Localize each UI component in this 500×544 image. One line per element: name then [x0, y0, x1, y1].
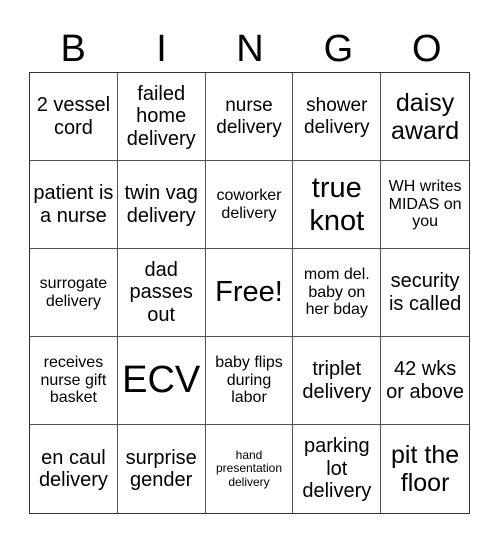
bingo-cell[interactable]: twin vag delivery [117, 161, 206, 249]
bingo-cell[interactable]: receives nurse gift basket [30, 337, 118, 425]
header-letter-b: B [60, 28, 86, 70]
bingo-cell[interactable]: true knot [293, 161, 382, 249]
bingo-cell[interactable]: patient is a nurse [30, 161, 118, 249]
header-letter-o: O [411, 28, 442, 70]
bingo-cell[interactable]: triplet delivery [293, 337, 382, 425]
bingo-cell[interactable]: hand presentation delivery [206, 425, 294, 513]
bingo-cell[interactable]: surrogate delivery [30, 249, 118, 337]
bingo-header: B I N G O [29, 26, 471, 72]
bingo-cell[interactable]: daisy award [381, 73, 469, 161]
bingo-grid: 2 vessel cord failed home delivery nurse… [29, 72, 470, 514]
header-letter-n: N [236, 28, 264, 70]
bingo-cell[interactable]: mom del. baby on her bday [293, 249, 382, 337]
bingo-cell[interactable]: dad passes out [117, 249, 206, 337]
bingo-cell[interactable]: surprise gender [118, 425, 206, 513]
bingo-cell[interactable]: failed home delivery [117, 73, 206, 161]
bingo-cell[interactable]: baby flips during labor [205, 337, 294, 425]
bingo-cell[interactable]: ECV [117, 337, 206, 425]
bingo-cell[interactable]: security is called [381, 249, 469, 337]
bingo-cell[interactable]: 2 vessel cord [30, 73, 118, 161]
bingo-cell[interactable]: parking lot delivery [293, 425, 382, 513]
bingo-cell[interactable]: nurse delivery [205, 73, 294, 161]
bingo-cell[interactable]: coworker delivery [205, 161, 294, 249]
bingo-cell[interactable]: en caul delivery [30, 425, 118, 513]
bingo-cell[interactable]: 42 wks or above [381, 337, 469, 425]
bingo-cell[interactable]: WH writes MIDAS on you [381, 161, 469, 249]
header-letter-i: I [156, 28, 167, 70]
free-space[interactable]: Free! [205, 249, 294, 337]
header-letter-g: G [323, 28, 354, 70]
bingo-cell[interactable]: shower delivery [293, 73, 382, 161]
bingo-cell[interactable]: pit the floor [381, 425, 469, 513]
